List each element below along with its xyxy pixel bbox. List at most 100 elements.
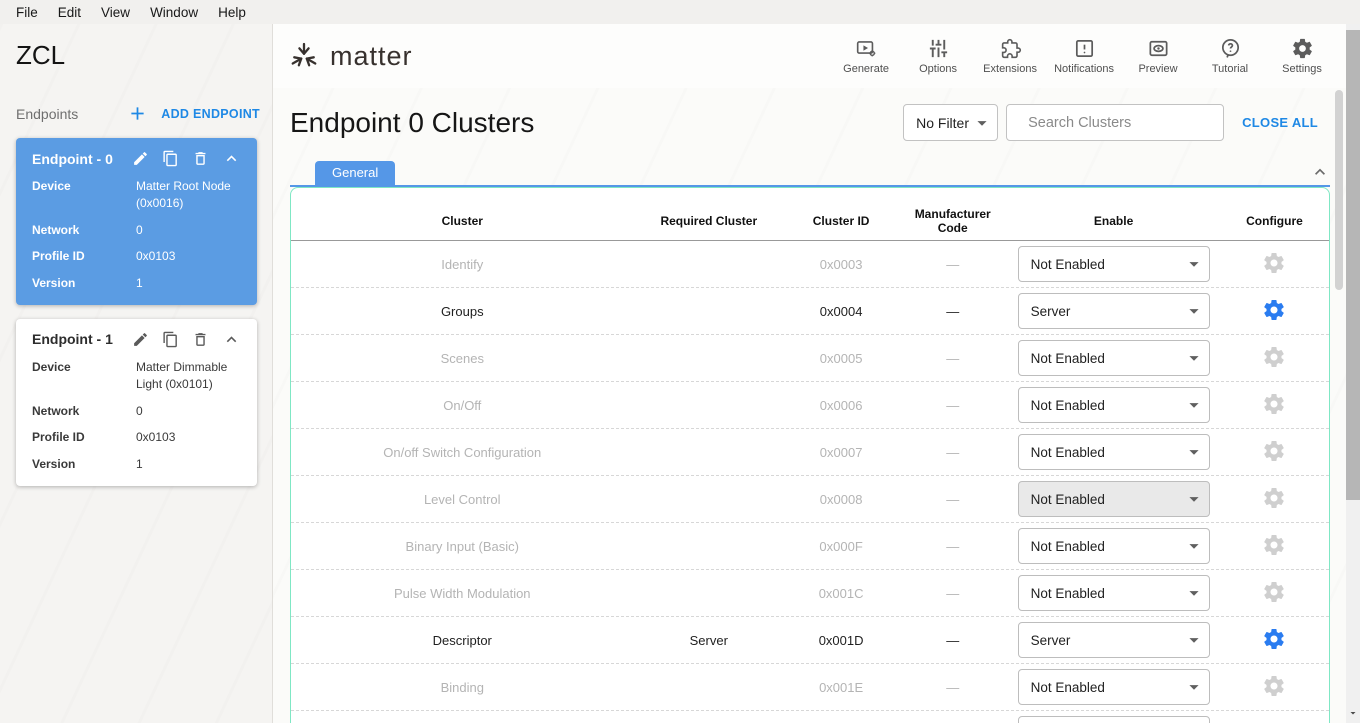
enable-select[interactable]: Server xyxy=(1018,293,1210,329)
cluster-name: Groups xyxy=(291,304,634,319)
collapse-card-icon[interactable] xyxy=(222,149,241,168)
enable-select[interactable]: Not Enabled xyxy=(1018,246,1210,282)
options-icon xyxy=(927,37,950,60)
enable-select[interactable]: Not Enabled xyxy=(1018,340,1210,376)
cluster-id: 0x0003 xyxy=(784,257,898,272)
menubar-item[interactable]: Window xyxy=(140,3,208,22)
cluster-id: 0x0004 xyxy=(784,304,898,319)
menubar-item[interactable]: Edit xyxy=(48,3,91,22)
matter-brand: matter xyxy=(287,39,413,73)
endpoint-field-value: Matter Root Node (0x0016) xyxy=(136,178,241,212)
caret-down-icon xyxy=(1183,441,1205,463)
edit-icon[interactable] xyxy=(132,331,149,348)
enable-select[interactable]: Server xyxy=(1018,622,1210,658)
edit-icon[interactable] xyxy=(132,150,149,167)
endpoint-card-list: Endpoint - 0 Device Matter Root Node (0x… xyxy=(0,138,272,486)
panel-scrollbar-thumb[interactable] xyxy=(1335,90,1343,290)
table-header-cell: Cluster xyxy=(291,214,634,228)
menubar-item[interactable]: View xyxy=(91,3,140,22)
window-scrollbar-thumb[interactable] xyxy=(1346,30,1360,500)
configure-gear-icon[interactable] xyxy=(1262,439,1286,463)
endpoint-field-row: Device Matter Dimmable Light (0x0101) xyxy=(32,359,241,393)
sidebar: ZCL Endpoints ADD ENDPOINT Endpoint - 0 … xyxy=(0,24,273,723)
toolbar-button-preview[interactable]: Preview xyxy=(1130,37,1186,75)
cluster-id: 0x000F xyxy=(784,539,898,554)
endpoint-card[interactable]: Endpoint - 0 Device Matter Root Node (0x… xyxy=(16,138,257,305)
configure-gear-icon[interactable] xyxy=(1262,345,1286,369)
cluster-row: Groups 0x0004 — Server xyxy=(291,288,1329,335)
copy-icon[interactable] xyxy=(162,331,179,348)
configure-gear-icon[interactable] xyxy=(1262,533,1286,557)
enable-select[interactable]: Not Enabled xyxy=(1018,387,1210,423)
endpoint-field-label: Network xyxy=(32,403,136,420)
caret-down-icon xyxy=(1183,676,1205,698)
configure-gear-icon[interactable] xyxy=(1262,392,1286,416)
endpoint-field-row: Version 1 xyxy=(32,275,241,292)
table-header-cell: Configure xyxy=(1220,214,1329,228)
cluster-row: Pulse Width Modulation 0x001C — Not Enab… xyxy=(291,570,1329,617)
configure-gear-icon[interactable] xyxy=(1262,486,1286,510)
toolbar-label: Preview xyxy=(1138,63,1177,75)
configure-gear-icon[interactable] xyxy=(1262,627,1286,651)
toolbar-button-extensions[interactable]: Extensions xyxy=(982,37,1038,75)
toolbar-label: Notifications xyxy=(1054,63,1114,75)
enable-value: Server xyxy=(1031,633,1071,648)
filter-dropdown[interactable]: No Filter xyxy=(903,104,998,141)
collapse-panel-icon[interactable] xyxy=(1310,162,1330,182)
add-endpoint-button[interactable]: ADD ENDPOINT xyxy=(127,103,260,124)
configure-gear-icon[interactable] xyxy=(1262,251,1286,275)
endpoint-field-label: Profile ID xyxy=(32,429,136,446)
configure-gear-icon[interactable] xyxy=(1262,298,1286,322)
cluster-id: 0x0006 xyxy=(784,398,898,413)
caret-down-icon xyxy=(1183,582,1205,604)
cluster-row: Binding 0x001E — Not Enabled xyxy=(291,664,1329,711)
collapse-card-icon[interactable] xyxy=(222,330,241,349)
cluster-name: Binding xyxy=(291,680,634,695)
cluster-id: 0x001E xyxy=(784,680,898,695)
toolbar-label: Settings xyxy=(1282,63,1322,75)
configure-gear-icon[interactable] xyxy=(1262,580,1286,604)
enable-select[interactable]: Not Enabled xyxy=(1018,669,1210,705)
menubar-item[interactable]: Help xyxy=(208,3,256,22)
endpoint-card[interactable]: Endpoint - 1 Device Matter Dimmable Ligh… xyxy=(16,319,257,486)
menubar-item[interactable]: File xyxy=(6,3,48,22)
cluster-row: Identify 0x0003 — Not Enabled xyxy=(291,241,1329,288)
caret-down-icon xyxy=(1183,394,1205,416)
tab-general[interactable]: General xyxy=(315,161,395,185)
delete-icon[interactable] xyxy=(192,331,209,348)
endpoint-field-row: Profile ID 0x0103 xyxy=(32,248,241,265)
close-all-button[interactable]: CLOSE ALL xyxy=(1242,115,1318,130)
table-header-cell: Cluster ID xyxy=(784,214,898,228)
toolbar-button-settings[interactable]: Settings xyxy=(1274,37,1330,75)
caret-down-icon xyxy=(1183,253,1205,275)
copy-icon[interactable] xyxy=(162,150,179,167)
enable-select[interactable]: Not Enabled xyxy=(1018,481,1210,517)
enable-select[interactable]: Not Enabled xyxy=(1018,528,1210,564)
enable-select[interactable]: Not Enabled xyxy=(1018,434,1210,470)
enable-select[interactable]: Not Enabled xyxy=(1018,575,1210,611)
notifications-icon xyxy=(1073,37,1096,60)
endpoint-field-row: Network 0 xyxy=(32,403,241,420)
manufacturer-code: — xyxy=(898,304,1007,319)
search-input[interactable] xyxy=(1028,115,1215,131)
endpoint-card-title: Endpoint - 0 xyxy=(32,151,119,167)
endpoint-field-label: Version xyxy=(32,275,136,292)
enable-select[interactable] xyxy=(1018,716,1210,723)
cluster-id: 0x001D xyxy=(784,633,898,648)
cluster-id: 0x0005 xyxy=(784,351,898,366)
cluster-row: On/off Switch Configuration 0x0007 — Not… xyxy=(291,429,1329,476)
endpoints-header: Endpoints ADD ENDPOINT xyxy=(0,103,272,124)
configure-gear-icon[interactable] xyxy=(1262,674,1286,698)
delete-icon[interactable] xyxy=(192,150,209,167)
toolbar-button-notifications[interactable]: Notifications xyxy=(1054,37,1114,75)
toolbar-button-options[interactable]: Options xyxy=(910,37,966,75)
manufacturer-code: — xyxy=(898,586,1007,601)
window-scrollbar[interactable] xyxy=(1346,24,1360,723)
endpoint-field-value: 1 xyxy=(136,456,241,473)
scroll-down-arrow-icon[interactable] xyxy=(1346,707,1360,719)
toolbar-button-tutorial[interactable]: Tutorial xyxy=(1202,37,1258,75)
manufacturer-code: — xyxy=(898,257,1007,272)
endpoint-field-value: 0x0103 xyxy=(136,429,241,446)
search-clusters-box xyxy=(1006,104,1224,141)
toolbar-button-generate[interactable]: Generate xyxy=(838,37,894,75)
